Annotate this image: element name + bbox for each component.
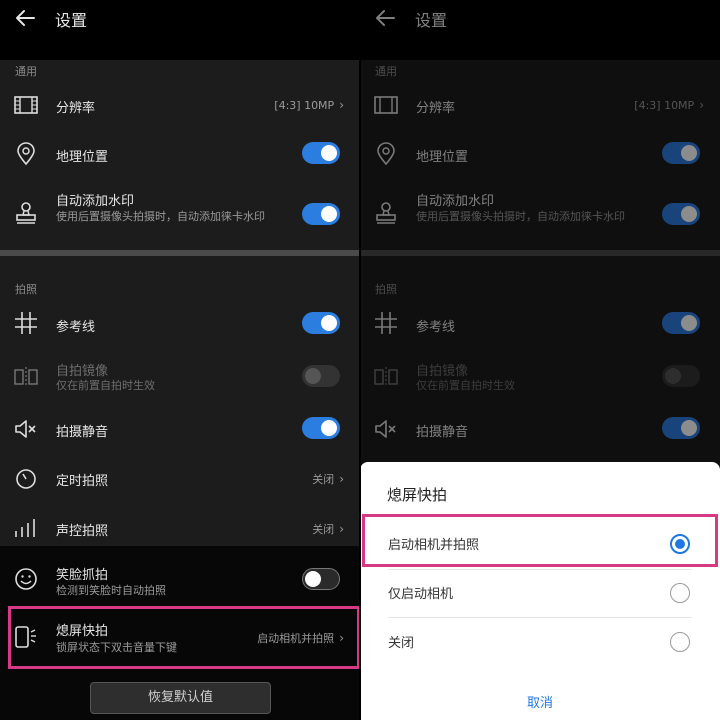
section-label-shooting: 拍照 <box>15 283 37 296</box>
row-title: 地理位置 <box>56 150 109 165</box>
page-title: 设置 <box>55 11 88 30</box>
left-settings-panel: 设置 通用 分辨率 [4:3] 10MP › 地理位置 自动添加水印 使用后置摄… <box>0 0 360 720</box>
row-title: 声控拍照 <box>56 524 109 539</box>
panel-separator <box>359 0 361 720</box>
stamp-icon <box>16 202 36 224</box>
location-pin-icon <box>17 142 35 166</box>
row-title: 笑脸抓拍 <box>56 568 109 583</box>
row-subtitle: 使用后置摄像头拍摄时，自动添加徕卡水印 <box>56 210 265 223</box>
row-value: 关闭 › <box>312 522 344 536</box>
mirror-toggle[interactable] <box>302 365 340 387</box>
option-off[interactable]: 关闭 <box>360 617 720 667</box>
row-value: [4:3] 10MP › <box>274 98 344 112</box>
right-settings-panel: 设置 通用 分辨率 [4:3] 10MP › 地理位置 自动添加水印 使用后置摄像… <box>360 0 720 720</box>
row-subtitle: 检测到笑脸时自动拍照 <box>56 584 166 597</box>
location-toggle[interactable] <box>302 142 340 164</box>
highlight-frame <box>362 514 718 567</box>
mute-toggle[interactable] <box>302 417 340 439</box>
row-subtitle: 仅在前置自拍时生效 <box>56 379 155 392</box>
gridlines-toggle[interactable] <box>302 312 340 334</box>
grid-icon <box>15 312 37 334</box>
mirror-icon <box>14 367 38 387</box>
restore-defaults-button[interactable]: 恢复默认值 <box>90 682 271 714</box>
option-label: 关闭 <box>388 636 415 651</box>
option-launch-only[interactable]: 仅启动相机 <box>360 568 720 618</box>
chevron-right-icon: › <box>339 98 344 112</box>
dialog-title: 熄屏快拍 <box>387 486 448 504</box>
row-title: 自动添加水印 <box>56 194 135 209</box>
section-label-general: 通用 <box>15 65 37 78</box>
radio-unselected-icon[interactable] <box>670 583 690 603</box>
chevron-right-icon: › <box>339 472 344 486</box>
film-icon <box>14 96 38 114</box>
row-title: 分辨率 <box>56 101 96 116</box>
smiley-icon <box>15 568 37 590</box>
smile-toggle[interactable] <box>302 568 340 590</box>
back-arrow-icon[interactable] <box>12 4 40 32</box>
row-title: 拍摄静音 <box>56 425 109 440</box>
row-value: 关闭 › <box>312 472 344 486</box>
row-title: 参考线 <box>56 320 96 335</box>
chevron-right-icon: › <box>339 522 344 536</box>
timer-icon <box>16 469 36 489</box>
highlight-frame <box>8 606 360 669</box>
cancel-button[interactable]: 取消 <box>360 692 720 711</box>
radio-unselected-icon[interactable] <box>670 632 690 652</box>
ultra-snapshot-dialog: 熄屏快拍 启动相机并拍照 仅启动相机 关闭 取消 <box>360 462 720 720</box>
row-title: 自拍镜像 <box>56 364 109 379</box>
speaker-mute-icon <box>15 420 36 438</box>
row-title: 定时拍照 <box>56 474 109 489</box>
option-label: 仅启动相机 <box>388 587 454 602</box>
watermark-toggle[interactable] <box>302 203 340 225</box>
audio-bars-icon <box>15 519 35 537</box>
